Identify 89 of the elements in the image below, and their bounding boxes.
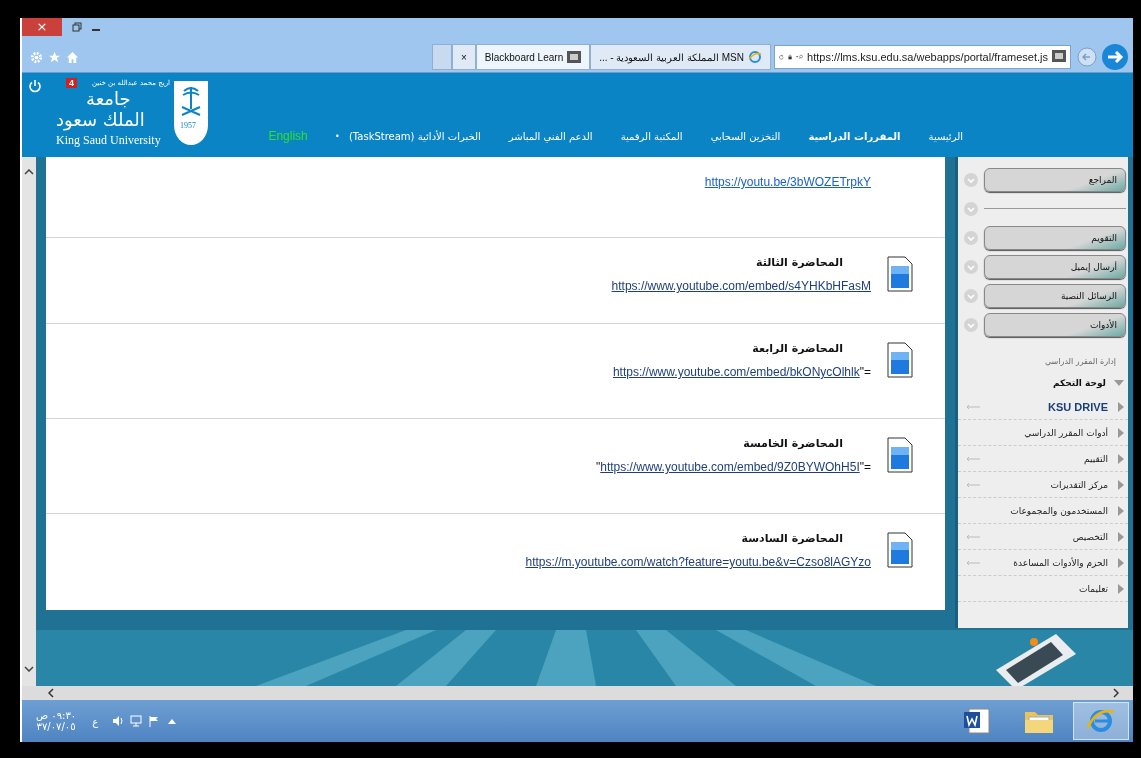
nav-link[interactable]: المكتبة الرقمية: [620, 130, 683, 142]
control-panel-item[interactable]: مركز التقديرات: [958, 472, 1128, 498]
lecture-title: المحاضرة الرابعة: [752, 342, 843, 355]
tab-close-button[interactable]: ×: [451, 44, 476, 70]
caret-up-icon[interactable]: [168, 718, 177, 724]
control-panel-item[interactable]: أدوات المقرر الدراسي: [958, 420, 1128, 446]
caret-left-icon: [1118, 427, 1124, 438]
control-panel-item[interactable]: الحزم والأدوات المساعدة: [958, 550, 1128, 576]
search-icon[interactable]: [795, 52, 804, 62]
globe-e-icon: [748, 50, 762, 64]
university-logo-text: الملك سعود: [56, 109, 145, 131]
quote-text: "=: [859, 365, 871, 379]
chevron-down-icon[interactable]: [964, 172, 978, 187]
panel-title[interactable]: لوحة التحكم: [1053, 378, 1106, 388]
address-field[interactable]: https://lms.ksu.edu.sa/webapps/portal/frameset.js: [774, 45, 1071, 69]
nav-separator: •: [335, 131, 339, 141]
power-icon[interactable]: [28, 79, 42, 93]
scroll-right-icon[interactable]: [1113, 688, 1119, 698]
emblem-year: 1957: [180, 121, 196, 130]
control-panel-item[interactable]: التخصيص: [958, 524, 1128, 550]
video-link[interactable]: https://www.youtube.com/embed/9Z0BYWOhH5I: [600, 460, 860, 474]
course-menu-button[interactable]: الأدوات: [984, 312, 1126, 337]
horizontal-scrollbar[interactable]: [22, 686, 1133, 700]
course-menu-button[interactable]: الرسائل النصية: [984, 283, 1126, 308]
document-icon: [887, 256, 913, 292]
document-icon: [887, 342, 913, 378]
caret-left-icon: [1118, 479, 1124, 490]
quote-text: "=: [859, 460, 871, 474]
course-menu-button[interactable]: أرسال إيميل: [984, 254, 1126, 279]
lecture-title: المحاضرة السادسة: [741, 532, 843, 545]
restore-icon[interactable]: [72, 22, 82, 32]
university-name: King Saud University: [56, 133, 161, 148]
lock-icon: [787, 52, 792, 62]
close-button[interactable]: ×: [22, 18, 62, 36]
vertical-scrollbar[interactable]: [22, 157, 36, 686]
home-icon[interactable]: [66, 50, 79, 64]
document-icon: [887, 532, 913, 568]
caret-left-icon: [1118, 401, 1124, 412]
scroll-up-icon[interactable]: [24, 169, 34, 175]
palm-swords-emblem-icon: [172, 79, 210, 147]
lecture-title: المحاضرة الخامسة: [743, 437, 843, 450]
caret-left-icon: [1118, 505, 1124, 516]
new-tab-button[interactable]: [431, 44, 452, 70]
nav-link[interactable]: الخبرات الأدائية (TaskStream): [348, 130, 481, 142]
caret-left-icon: [1118, 583, 1124, 594]
control-panel-item[interactable]: KSU DRIVE: [958, 394, 1128, 420]
chevron-down-icon[interactable]: [964, 288, 978, 303]
chevron-down-icon[interactable]: [964, 230, 978, 245]
lecture-title: المحاضرة الثالثة: [756, 256, 843, 269]
course-menu-button[interactable]: التقويم: [984, 225, 1126, 250]
browser-tab[interactable]: MSN المملكة العربية السعودية - ...: [590, 44, 771, 70]
nav-link[interactable]: التخزين السحابي: [710, 130, 781, 142]
caret-down-icon[interactable]: [1114, 378, 1124, 388]
bb-logo-icon: [567, 51, 582, 63]
caret-left-icon: [1118, 531, 1124, 542]
network-icon[interactable]: [130, 715, 143, 727]
control-panel-item[interactable]: التقييم: [958, 446, 1128, 472]
nav-link[interactable]: الرئيسية: [928, 130, 963, 142]
video-link[interactable]: https://www.youtube.com/embed/s4YHKbHFasM: [611, 279, 871, 293]
course-menu-button[interactable]: المراجع: [984, 167, 1126, 192]
video-link[interactable]: https://www.youtube.com/embed/bkONycOlhlk: [612, 365, 860, 379]
control-panel-item[interactable]: تعليمات: [958, 576, 1128, 602]
settings-icon[interactable]: [30, 50, 43, 64]
control-panel-item[interactable]: المستخدمون والمجموعات: [958, 498, 1128, 524]
nav-link[interactable]: المقررات الدراسية: [808, 130, 901, 142]
quote-text: ": [596, 460, 601, 474]
forward-button[interactable]: [1101, 43, 1129, 71]
chevron-down-icon[interactable]: [964, 317, 978, 332]
caret-left-icon: [1118, 557, 1124, 568]
scroll-down-icon[interactable]: [24, 666, 34, 672]
speaker-icon[interactable]: [112, 715, 125, 727]
browser-tab[interactable]: Blackboard Learn: [475, 44, 591, 70]
nav-link[interactable]: الدعم الفني المباشر: [508, 130, 593, 142]
chevron-down-icon[interactable]: [964, 201, 978, 216]
flag-icon[interactable]: [148, 715, 161, 727]
bb-logo-icon: [1052, 50, 1066, 62]
video-link[interactable]: https://youtu.be/3bWOZETrpkY: [704, 175, 871, 189]
back-button[interactable]: [1077, 47, 1097, 67]
refresh-icon[interactable]: [779, 52, 784, 62]
chevron-down-icon[interactable]: [964, 259, 978, 274]
caret-left-icon: [1118, 453, 1124, 464]
document-icon: [887, 437, 913, 473]
section-title: إدارة المقرر الدراسي: [1043, 356, 1117, 368]
scroll-left-icon[interactable]: [48, 688, 54, 698]
university-logo-text: جامعة: [86, 89, 131, 109]
video-link[interactable]: https://m.youtube.com/watch?feature=youtu.be&v=Czso8lAGYzo: [525, 555, 871, 569]
notification-badge[interactable]: 4: [66, 78, 77, 88]
star-icon[interactable]: [48, 50, 61, 64]
word-document-icon: [963, 707, 991, 735]
